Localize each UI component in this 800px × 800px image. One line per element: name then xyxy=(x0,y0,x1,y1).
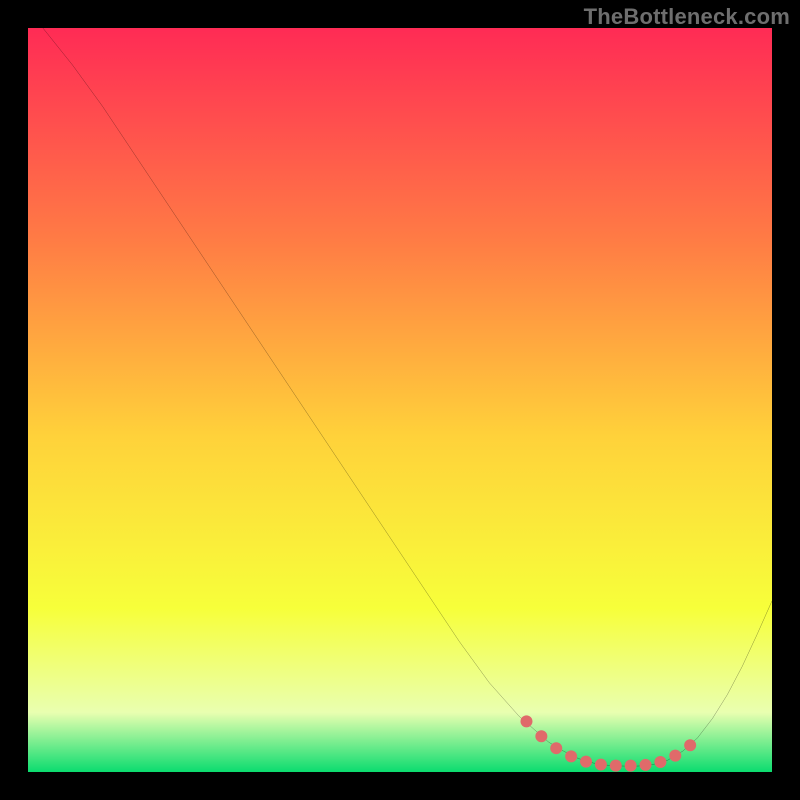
watermark-label: TheBottleneck.com xyxy=(584,4,790,30)
chart-frame: TheBottleneck.com xyxy=(0,0,800,800)
plot-area xyxy=(28,28,772,772)
highlight-dot xyxy=(654,756,666,768)
highlight-dot xyxy=(684,739,696,751)
highlight-dot xyxy=(610,760,622,772)
chart-svg xyxy=(28,28,772,772)
highlight-dot xyxy=(550,742,562,754)
gradient-background xyxy=(28,28,772,772)
highlight-dot xyxy=(565,750,577,762)
highlight-dot xyxy=(520,715,532,727)
highlight-dot xyxy=(640,759,652,771)
highlight-dot xyxy=(595,759,607,771)
highlight-dot xyxy=(669,750,681,762)
highlight-dot xyxy=(535,730,547,742)
highlight-dot xyxy=(625,760,637,772)
highlight-dot xyxy=(580,756,592,768)
